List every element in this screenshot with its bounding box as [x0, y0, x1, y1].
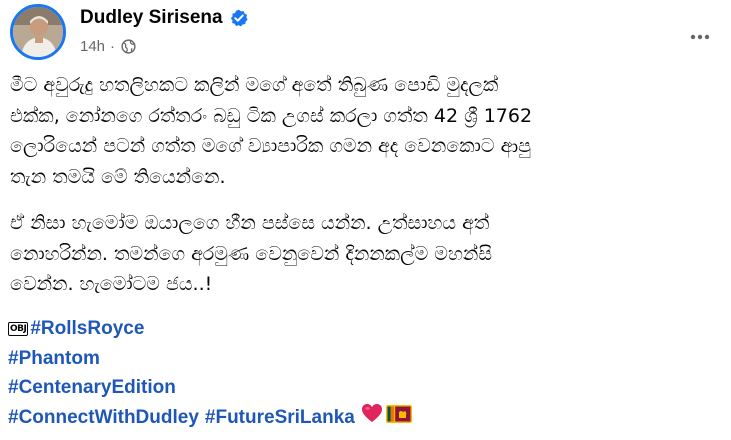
post-line: වෙන්න. හැමෝටම ජය..!: [10, 273, 213, 295]
hashtag-line-3: #CentenaryEdition: [8, 373, 723, 403]
author-avatar[interactable]: [10, 4, 66, 60]
post-paragraph-2: ඒ නිසා හැමෝම ඔයාලගෙ හීන පස්සෙ යන්න. උත්ස…: [10, 208, 722, 300]
more-options-button[interactable]: [687, 24, 713, 50]
verified-badge-icon: [230, 9, 248, 27]
post-line: තැන තමයි මේ තියෙන්නෙ.: [10, 165, 226, 188]
facebook-post: Dudley Sirisena 14h · මීට අවුරුදු හතලිහක…: [0, 0, 731, 440]
hashtag-rollsroyce[interactable]: #RollsRoyce: [30, 314, 144, 344]
hashtag-centenaryedition[interactable]: #CentenaryEdition: [8, 373, 176, 403]
hashtag-line-4: #ConnectWithDudley #FutureSriLanka: [8, 403, 723, 433]
meta-separator: ·: [110, 38, 116, 55]
more-horizontal-icon: [690, 34, 710, 40]
post-meta: 14h ·: [80, 38, 136, 55]
post-body: මීට අවුරුදු හතලිහකට කලින් මගේ අතේ තිබුණ …: [10, 70, 722, 316]
hashtag-line-1: OBJ #RollsRoyce: [8, 314, 723, 344]
heart-emoji: [361, 403, 383, 433]
post-paragraph-1: මීට අවුරුදු හතලිහකට කලින් මගේ අතේ තිබුණ …: [10, 70, 722, 192]
hashtag-line-2: #Phantom: [8, 344, 723, 374]
post-line: නොහරින්න. තමන්ගෙ අරමුණ වෙනුවෙන් දිනනකල්ම…: [10, 242, 492, 265]
author-row: Dudley Sirisena: [80, 5, 248, 31]
sri-lanka-flag-emoji: [385, 403, 412, 433]
hashtag-phantom[interactable]: #Phantom: [8, 344, 100, 374]
post-line: ලොරියෙන් පටන් ගත්ත මගේ ව්‍යාපාරික ගමන අද…: [10, 135, 531, 157]
post-timestamp[interactable]: 14h: [80, 38, 105, 55]
author-name[interactable]: Dudley Sirisena: [80, 7, 223, 29]
hashtag-connectwithdudley[interactable]: #ConnectWithDudley: [8, 403, 199, 433]
hashtag-futuresrilanka[interactable]: #FutureSriLanka: [205, 403, 355, 433]
globe-icon[interactable]: [121, 39, 136, 54]
post-line: එක්ක, නෝනගෙ රත්තරං බඩු ටික උගස් කරලා ගත්…: [10, 104, 533, 127]
avatar-photo: [13, 7, 63, 57]
post-line: මීට අවුරුදු හතලිහකට කලින් මගේ අතේ තිබුණ …: [10, 74, 499, 96]
hashtags: OBJ #RollsRoyce #Phantom #CentenaryEditi…: [8, 314, 723, 432]
post-line: ඒ නිසා හැමෝම ඔයාලගෙ හීන පස්සෙ යන්න. උත්ස…: [10, 212, 490, 234]
object-placeholder-icon: OBJ: [8, 321, 29, 336]
